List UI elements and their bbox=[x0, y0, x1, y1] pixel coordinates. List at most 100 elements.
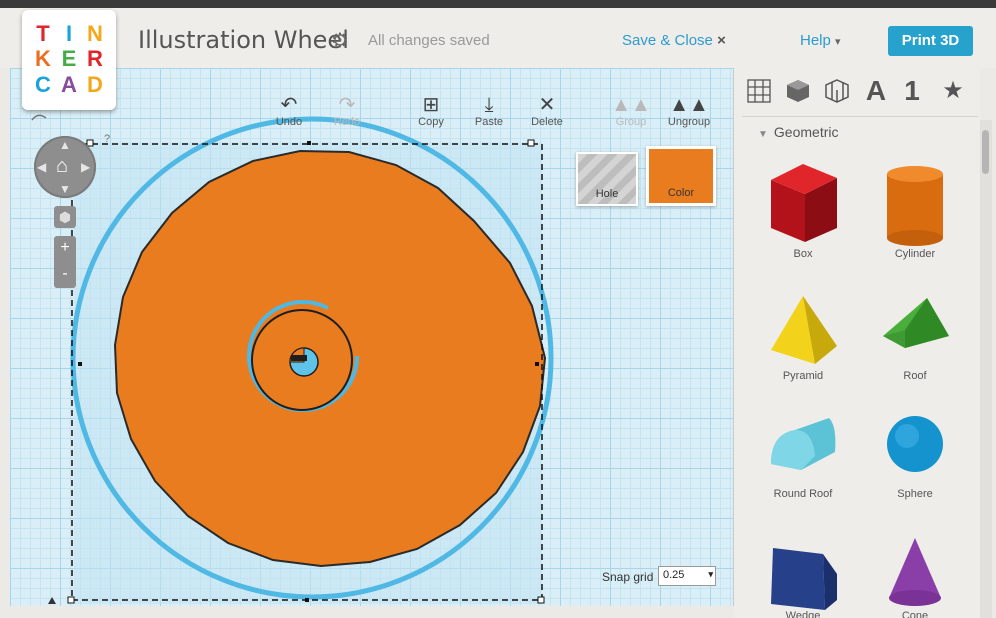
edge-handle[interactable] bbox=[307, 141, 311, 145]
print-3d-button[interactable]: Print 3D bbox=[888, 26, 973, 56]
snap-grid-value: 0.25 bbox=[663, 569, 685, 581]
panel-divider bbox=[742, 116, 978, 117]
pan-left-icon[interactable]: ◀ bbox=[37, 160, 46, 174]
paste-label: Paste bbox=[474, 116, 504, 128]
letter-a-icon[interactable]: A bbox=[861, 76, 891, 106]
redo-icon: ↷ bbox=[338, 94, 356, 116]
cage-icon[interactable] bbox=[822, 76, 852, 106]
shape-label: Wedge bbox=[785, 610, 821, 618]
shape-label: Sphere bbox=[897, 488, 933, 500]
chevron-down-icon: ▾ bbox=[708, 569, 713, 579]
view-cube-icon[interactable]: ⬢ bbox=[54, 206, 76, 228]
shape-cylinder[interactable]: Cylinder bbox=[860, 158, 970, 260]
group-label: Group bbox=[615, 116, 647, 128]
logo-letter: E bbox=[61, 46, 77, 72]
undo-button[interactable]: ↶ Undo bbox=[259, 94, 319, 128]
gear-icon[interactable]: ⚙ bbox=[331, 28, 349, 53]
delete-button[interactable]: ✕ Delete bbox=[517, 94, 577, 128]
home-icon[interactable]: ⌂ bbox=[56, 156, 68, 176]
shape-sphere[interactable]: Sphere bbox=[860, 412, 970, 500]
hole-label: Hole bbox=[595, 188, 619, 200]
help-menu[interactable]: Help ▾ bbox=[800, 32, 841, 49]
logo-letter: A bbox=[61, 71, 77, 97]
star-icon[interactable]: ★ bbox=[938, 76, 968, 106]
round-roof-shape-icon bbox=[771, 418, 836, 470]
ungroup-label: Ungroup bbox=[667, 116, 711, 128]
shape-label: Roof bbox=[903, 370, 927, 382]
shape-box[interactable]: Box bbox=[748, 158, 858, 260]
design-title[interactable]: Illustration Wheel bbox=[138, 26, 349, 54]
shapes-scrollbar[interactable] bbox=[980, 120, 992, 618]
shape-label: Pyramid bbox=[782, 370, 824, 382]
scrollbar-thumb[interactable] bbox=[982, 130, 989, 174]
shapes-panel: A 1 ★ ▼ Geometric Box Cylinder Pyramid Ro… bbox=[734, 68, 980, 618]
resize-handle[interactable] bbox=[67, 596, 75, 604]
wedge-shape-icon bbox=[771, 548, 837, 610]
save-close-label: Save & Close bbox=[622, 32, 713, 49]
logo-letter: T bbox=[36, 21, 50, 46]
zoom-out-button[interactable]: - bbox=[54, 262, 76, 288]
geometric-section-header[interactable]: ▼ Geometric bbox=[758, 124, 838, 140]
section-title: Geometric bbox=[773, 124, 839, 140]
cylinder-shape-icon bbox=[887, 166, 943, 246]
ungroup-icon: ▲▲ bbox=[669, 94, 709, 116]
zoom-in-button[interactable]: + bbox=[54, 236, 76, 262]
logo-letter: C bbox=[35, 71, 51, 97]
sphere-shape-icon bbox=[887, 416, 943, 472]
group-icon: ▲▲ bbox=[611, 94, 651, 116]
paste-button[interactable]: ⤓ Paste bbox=[459, 94, 519, 128]
shape-pyramid[interactable]: Pyramid bbox=[748, 290, 858, 382]
pyramid-shape-icon bbox=[771, 296, 837, 364]
resize-handle[interactable] bbox=[537, 596, 545, 604]
help-label: Help bbox=[800, 32, 831, 49]
top-bar: Illustration Wheel ⚙ All changes saved S… bbox=[0, 8, 996, 68]
shape-round-roof[interactable]: Round Roof bbox=[748, 412, 858, 500]
shape-label: Box bbox=[793, 248, 813, 260]
edge-handle[interactable] bbox=[78, 362, 82, 366]
redo-button[interactable]: ↷ Redo bbox=[317, 94, 377, 128]
copy-label: Copy bbox=[418, 116, 444, 128]
rotate-arrow-icon[interactable] bbox=[31, 114, 47, 121]
edge-handle[interactable] bbox=[305, 598, 309, 602]
pan-up-icon[interactable]: ▲ bbox=[59, 138, 71, 152]
edge-handle[interactable] bbox=[535, 362, 539, 366]
color-swatch[interactable]: Color bbox=[646, 146, 716, 206]
hole-swatch[interactable]: Hole bbox=[576, 152, 638, 206]
logo-letter: K bbox=[35, 46, 51, 72]
logo-letter: I bbox=[65, 21, 73, 46]
workplane[interactable]: ? ↶ Undo ↷ Redo ⊞ Copy ⤓ Paste ✕ Delete ▲▲ Gro… bbox=[10, 68, 734, 606]
ungroup-button[interactable]: ▲▲ Ungroup bbox=[659, 94, 719, 128]
number-one-icon[interactable]: 1 bbox=[897, 76, 927, 106]
design-shapes[interactable]: ? bbox=[10, 68, 734, 606]
collapse-triangle-icon: ▼ bbox=[758, 129, 768, 140]
logo-letter: D bbox=[87, 71, 103, 97]
save-close-link[interactable]: Save & Close × bbox=[622, 32, 726, 49]
shape-cone[interactable]: Cone bbox=[860, 536, 970, 618]
pan-down-icon[interactable]: ▼ bbox=[59, 182, 71, 196]
resize-handle[interactable] bbox=[527, 139, 535, 147]
undo-icon: ↶ bbox=[280, 94, 298, 116]
pan-right-icon[interactable]: ▶ bbox=[81, 160, 90, 174]
tinkercad-logo[interactable]: T I N K E R C A D bbox=[22, 10, 116, 110]
roof-shape-icon bbox=[883, 298, 949, 348]
resize-handle[interactable] bbox=[86, 139, 94, 147]
axle-marker bbox=[291, 355, 307, 361]
shape-wedge[interactable]: Wedge bbox=[748, 540, 858, 618]
grid-icon[interactable] bbox=[744, 76, 774, 106]
copy-icon: ⊞ bbox=[422, 94, 440, 116]
delete-label: Delete bbox=[531, 116, 563, 128]
cone-shape-icon bbox=[889, 538, 941, 606]
snap-grid-select[interactable]: 0.25 ▾ bbox=[658, 566, 716, 586]
close-icon: × bbox=[717, 32, 726, 49]
view-navigator[interactable]: ▲ ▼ ◀ ▶ ⌂ bbox=[34, 136, 96, 198]
shape-label: Cone bbox=[901, 610, 929, 618]
shape-label: Round Roof bbox=[773, 488, 833, 500]
paste-icon: ⤓ bbox=[484, 94, 494, 116]
snap-grid-label: Snap grid bbox=[602, 570, 654, 584]
shape-roof[interactable]: Roof bbox=[860, 290, 970, 382]
cube-icon[interactable] bbox=[783, 76, 813, 106]
window-top-edge bbox=[0, 0, 996, 8]
copy-button[interactable]: ⊞ Copy bbox=[401, 94, 461, 128]
group-button[interactable]: ▲▲ Group bbox=[601, 94, 661, 128]
chevron-down-icon: ▾ bbox=[835, 36, 841, 48]
